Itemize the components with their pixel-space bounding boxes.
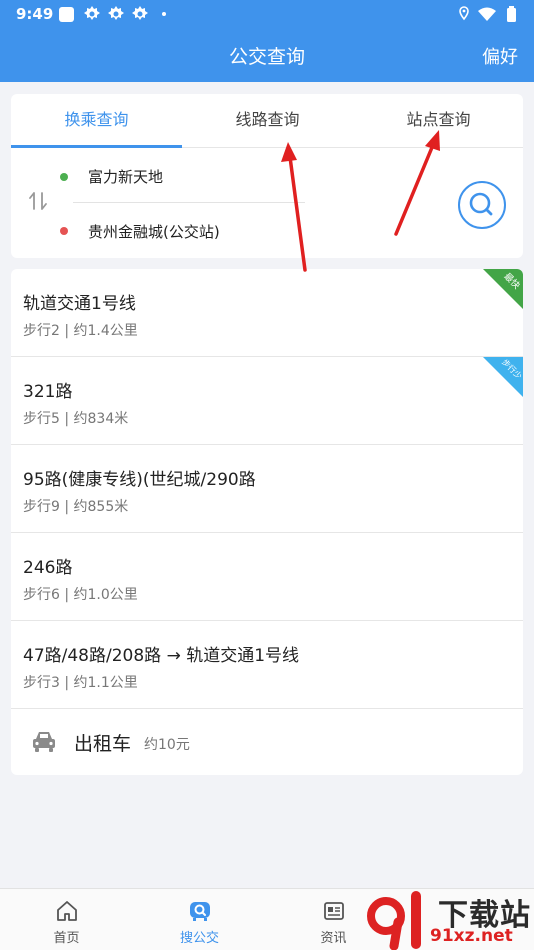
app-bar: 公交查询 偏好 (0, 28, 534, 82)
route-item[interactable]: 47路/48路/208路 → 轨道交通1号线 步行3 | 约1.1公里 (11, 621, 523, 709)
origin-dot (60, 173, 68, 181)
route-name: 47路/48路/208路 → 轨道交通1号线 (23, 646, 300, 666)
status-icons (459, 6, 516, 22)
destination-dot (60, 227, 68, 235)
preference-button[interactable]: 偏好 (482, 43, 518, 69)
home-icon (57, 901, 77, 921)
location-icon (459, 6, 469, 21)
route-name: 321路 (23, 382, 73, 402)
settings-notification-icon (84, 6, 100, 20)
route-item[interactable]: 321路 步行5 | 约834米 步行少 (11, 357, 523, 445)
tab-stop-query[interactable]: 站点查询 (353, 94, 523, 148)
route-name: 95路(健康专线)(世纪城/290路 (23, 470, 256, 490)
stop-divider (73, 202, 305, 203)
taxi-label: 出租车 (74, 733, 132, 755)
nav-home-label: 首页 (53, 931, 80, 946)
route-meta: 步行2 | 约1.4公里 (23, 323, 138, 339)
watermark: 下载站 91xz.net (364, 888, 534, 950)
route-meta: 步行3 | 约1.1公里 (23, 675, 138, 691)
destination-field[interactable]: 贵州金融城(公交站) (88, 221, 220, 242)
route-item[interactable]: 轨道交通1号线 步行2 | 约1.4公里 最快 (11, 269, 523, 357)
route-item[interactable]: 246路 步行6 | 约1.0公里 (11, 533, 523, 621)
route-name: 轨道交通1号线 (23, 294, 136, 314)
status-time: 9:49 (16, 5, 54, 23)
search-icon (469, 192, 493, 216)
tab-transfer-query[interactable]: 换乘查询 (11, 94, 182, 148)
battery-icon (507, 6, 516, 22)
status-bar: 9:49 (0, 0, 534, 28)
fastest-badge: 最快 (483, 269, 523, 309)
swap-icon[interactable] (27, 190, 49, 212)
settings-notification-icon (108, 6, 124, 20)
watermark-logo-icon (367, 891, 421, 950)
page-title: 公交查询 (228, 46, 305, 68)
route-meta: 步行6 | 约1.0公里 (23, 587, 138, 603)
more-notifications-dot (162, 12, 166, 16)
less-walking-badge: 步行少 (483, 357, 523, 397)
origin-field[interactable]: 富力新天地 (88, 166, 163, 187)
taxi-icon (33, 732, 55, 752)
nav-bus-search-label: 搜公交 (179, 931, 219, 946)
query-tabs: 换乘查询 线路查询 站点查询 (11, 94, 523, 148)
route-meta: 步行5 | 约834米 (23, 411, 129, 427)
search-button[interactable] (458, 181, 506, 229)
route-meta: 步行9 | 约855米 (23, 499, 129, 515)
nav-home[interactable]: 首页 (0, 889, 133, 950)
notification-icon (59, 7, 74, 22)
nav-bus-search[interactable]: 搜公交 (133, 889, 266, 950)
taxi-price: 约10元 (144, 737, 190, 753)
route-item[interactable]: 95路(健康专线)(世纪城/290路 步行9 | 约855米 (11, 445, 523, 533)
bus-search-icon (190, 902, 210, 921)
watermark-url: 91xz.net (430, 926, 513, 946)
taxi-option[interactable]: 出租车 约10元 (11, 709, 523, 775)
search-card: 换乘查询 线路查询 站点查询 富力新天地 贵州金融城(公交站) (11, 94, 523, 258)
route-results: 轨道交通1号线 步行2 | 约1.4公里 最快 321路 步行5 | 约834米… (11, 269, 523, 775)
route-name: 246路 (23, 558, 73, 578)
tab-line-query[interactable]: 线路查询 (182, 94, 353, 148)
news-icon (324, 902, 344, 920)
settings-notification-icon (132, 6, 148, 20)
wifi-icon (478, 7, 496, 21)
